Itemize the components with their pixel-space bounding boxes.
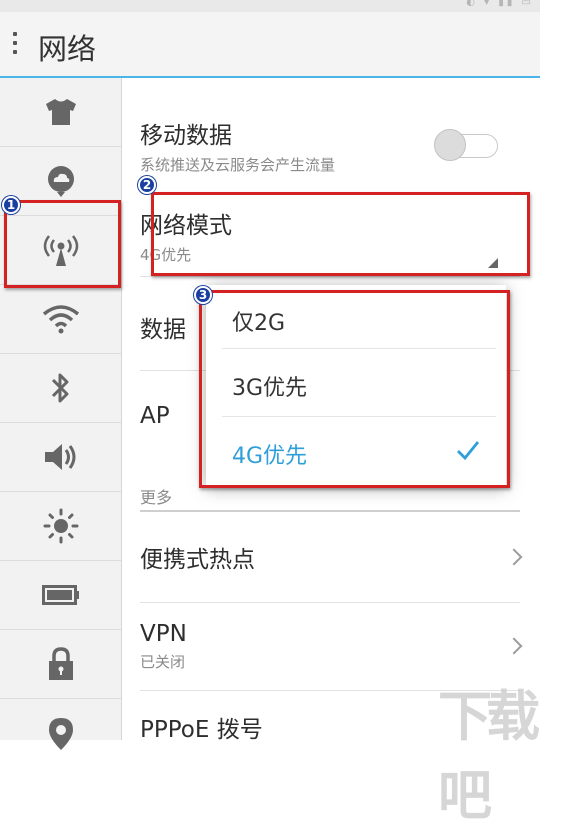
vpn-title: VPN [140,621,187,647]
page-title: 网络 [38,32,97,66]
vpn-row[interactable]: VPN 已关闭 [140,621,520,672]
location-icon [48,717,73,750]
title-bar: 网络 [0,12,540,78]
wifi-icon [42,305,79,334]
theme-shirt-icon [45,99,76,125]
sidebar-item-bluetooth[interactable] [0,354,121,423]
annotation-badge-2: 2 [138,176,156,194]
toggle-thumb [434,129,466,161]
annotation-badge-3: 3 [194,286,212,304]
vpn-status: 已关闭 [140,653,186,671]
volume-icon [44,444,75,470]
menu-icon[interactable] [10,32,20,58]
sidebar-item-wifi[interactable] [0,285,121,354]
lock-icon [48,647,73,680]
battery-icon [41,585,79,605]
annotation-badge-1: 1 [2,196,20,214]
status-icons: ◐ ▾ ▮▮ ▭ [466,0,534,8]
annotation-box-3 [199,290,510,488]
hotspot-row[interactable]: 便携式热点 [140,540,520,574]
bluetooth-icon [51,373,68,403]
sidebar-item-sound[interactable] [0,423,121,492]
cloud-service-icon [47,166,74,197]
divider [140,276,520,277]
annotation-box-2 [151,192,530,276]
sidebar-item-theme[interactable] [0,78,121,147]
mobile-data-toggle[interactable] [434,128,500,162]
site-watermark-logo: 下载吧 [438,685,540,827]
status-bar: ◐ ▾ ▮▮ ▭ [0,0,540,12]
annotation-box-1 [4,200,121,288]
divider [140,602,520,603]
sidebar-item-security[interactable] [0,630,121,699]
hotspot-title: 便携式热点 [140,547,255,573]
brightness-icon [43,508,78,544]
category-sidebar [0,78,122,750]
section-divider [140,510,520,512]
sidebar-item-display[interactable] [0,492,121,561]
sidebar-item-location[interactable] [0,699,121,768]
screen-edge [540,0,581,740]
sidebar-item-battery[interactable] [0,561,121,630]
